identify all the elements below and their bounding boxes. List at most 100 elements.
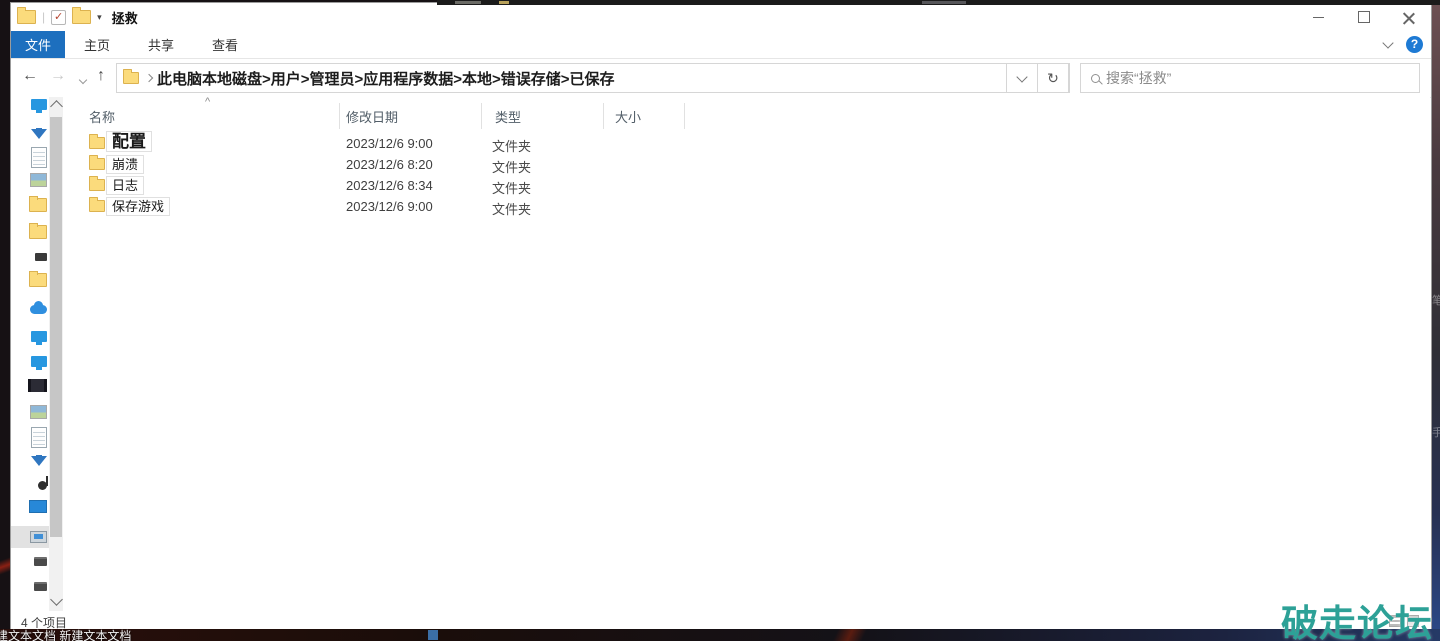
network-icon[interactable] [30, 531, 47, 543]
file-date-modified: 2023/12/6 8:20 [346, 157, 433, 172]
onedrive-icon[interactable] [30, 301, 47, 314]
column-divider[interactable] [481, 103, 482, 129]
column-divider[interactable] [684, 103, 685, 129]
sidebar [11, 97, 49, 611]
sidebar-scrollbar[interactable] [49, 97, 63, 611]
local-disk-icon[interactable] [29, 500, 47, 513]
address-dropdown-button[interactable] [1006, 63, 1038, 93]
desktop-left-edge [0, 556, 10, 576]
desktop-icon-fragment [428, 630, 438, 640]
new-folder-icon[interactable] [72, 7, 92, 24]
downloads-icon[interactable] [31, 128, 47, 139]
desktop-streak [780, 629, 920, 641]
file-row[interactable]: 日志 2023/12/6 8:34 文件夹 [63, 175, 763, 196]
status-bar: 4 个项目 [11, 611, 1431, 631]
column-header-date[interactable]: 修改日期 [346, 107, 398, 126]
folder-icon [89, 134, 105, 149]
folder-icon [89, 176, 105, 191]
music-icon[interactable] [38, 476, 48, 490]
column-header-size[interactable]: 大小 [615, 107, 641, 126]
file-row[interactable]: 保存游戏 2023/12/6 9:00 文件夹 [63, 196, 763, 217]
pinned-folder-icon[interactable] [29, 196, 47, 212]
properties-check-icon[interactable]: ✓ [51, 9, 67, 25]
recent-locations-icon[interactable] [78, 75, 88, 85]
drive-icon[interactable] [34, 557, 47, 566]
column-divider[interactable] [603, 103, 604, 129]
column-header-type[interactable]: 类型 [495, 107, 521, 126]
main-area: ^ 名称 修改日期 类型 大小 配置 2023/12/6 9:00 文件夹 崩溃 202… [11, 96, 1431, 611]
window-title: 拯救 [111, 10, 138, 26]
pinned-folder-icon[interactable] [29, 223, 47, 239]
up-button[interactable]: ↑ [97, 67, 105, 85]
explorer-app-icon[interactable] [17, 7, 36, 24]
drive-icon[interactable] [34, 582, 47, 591]
file-name[interactable]: 崩溃 [106, 155, 145, 174]
file-row[interactable]: 配置 2023/12/6 9:00 文件夹 [63, 131, 763, 154]
scroll-down-icon[interactable] [50, 593, 63, 606]
file-date-modified: 2023/12/6 9:00 [346, 199, 433, 214]
window-controls [1296, 3, 1431, 31]
sort-ascending-icon: ^ [205, 96, 211, 108]
scrollbar-thumb[interactable] [50, 117, 62, 537]
file-type: 文件夹 [492, 160, 532, 175]
title-bar: | ✓ ▾ 拯救 [11, 3, 1431, 31]
background-window-fragment [455, 1, 481, 4]
back-button[interactable]: ← [22, 67, 38, 85]
file-name[interactable]: 保存游戏 [106, 197, 171, 216]
expand-ribbon-icon[interactable] [1382, 37, 1394, 49]
file-list-rows: 配置 2023/12/6 9:00 文件夹 崩溃 2023/12/6 8:20 文件夹 日志… [63, 131, 763, 217]
ribbon-tab-bar: 文件 主页 共享 查看 [11, 31, 1431, 59]
videos-icon[interactable] [28, 379, 47, 392]
scroll-up-icon[interactable] [50, 100, 63, 113]
chevron-down-icon [1016, 70, 1028, 83]
tab-share[interactable]: 共享 [129, 31, 193, 58]
breadcrumb-path[interactable]: 此电脑本地磁盘>用户>管理员>应用程序数据>本地>错误存储>已保存 [157, 68, 615, 89]
background-window-fragment [499, 1, 509, 4]
qat-separator: | [42, 10, 46, 24]
file-name[interactable]: 配置 [106, 131, 152, 152]
file-type: 文件夹 [492, 139, 532, 154]
folder-icon [89, 197, 105, 212]
search-input[interactable] [1104, 69, 1419, 87]
device-icon[interactable] [35, 253, 47, 261]
explorer-window: | ✓ ▾ 拯救 文件 主页 共享 查看 ? ← → ↑ 此电脑本地磁盘>用户>… [10, 2, 1432, 631]
quick-access-pc-icon[interactable] [31, 99, 47, 113]
maximize-icon [1357, 11, 1370, 23]
column-header-name[interactable]: 名称 [89, 107, 115, 126]
help-icon[interactable]: ? [1406, 36, 1423, 53]
downloads-icon[interactable] [31, 455, 47, 466]
folder-icon [89, 155, 105, 170]
column-divider[interactable] [339, 103, 340, 129]
address-bar[interactable]: 此电脑本地磁盘>用户>管理员>应用程序数据>本地>错误存储>已保存 [116, 63, 1070, 93]
desktop-icon[interactable] [31, 356, 47, 370]
search-icon [1091, 73, 1100, 83]
pictures-icon[interactable] [30, 405, 47, 419]
pinned-folder-icon[interactable] [29, 271, 47, 287]
file-name[interactable]: 日志 [106, 176, 145, 195]
navigation-bar: ← → ↑ 此电脑本地磁盘>用户>管理员>应用程序数据>本地>错误存储>已保存 … [11, 58, 1431, 98]
file-date-modified: 2023/12/6 9:00 [346, 136, 433, 151]
file-row[interactable]: 崩溃 2023/12/6 8:20 文件夹 [63, 154, 763, 175]
close-icon [1403, 11, 1415, 23]
qat-dropdown-icon[interactable]: ▾ [97, 12, 102, 23]
background-window-sliver [437, 0, 1440, 5]
tab-file[interactable]: 文件 [11, 31, 65, 58]
desktop-right-edge [1431, 0, 1440, 641]
documents-icon[interactable] [31, 147, 47, 168]
this-pc-icon[interactable] [31, 331, 47, 345]
refresh-button[interactable]: ↻ [1037, 63, 1069, 93]
forum-watermark: 破走论坛 [1281, 603, 1433, 641]
tab-home[interactable]: 主页 [65, 31, 129, 58]
desktop-icon-label: 笔 [1432, 295, 1440, 307]
screen: 笔 手 建文本文档 新建文本文档 破走论坛 | ✓ ▾ 拯救 文件 主页 共享 … [0, 0, 1440, 641]
minimize-icon [1313, 16, 1324, 18]
desktop-icon-label: 手 [1432, 427, 1440, 439]
forward-button[interactable]: → [50, 67, 66, 85]
file-type: 文件夹 [492, 181, 532, 196]
maximize-button[interactable] [1341, 3, 1386, 31]
pictures-icon[interactable] [30, 173, 47, 187]
close-button[interactable] [1386, 3, 1431, 31]
minimize-button[interactable] [1296, 3, 1341, 31]
tab-view[interactable]: 查看 [193, 31, 257, 58]
documents-icon[interactable] [31, 427, 47, 448]
